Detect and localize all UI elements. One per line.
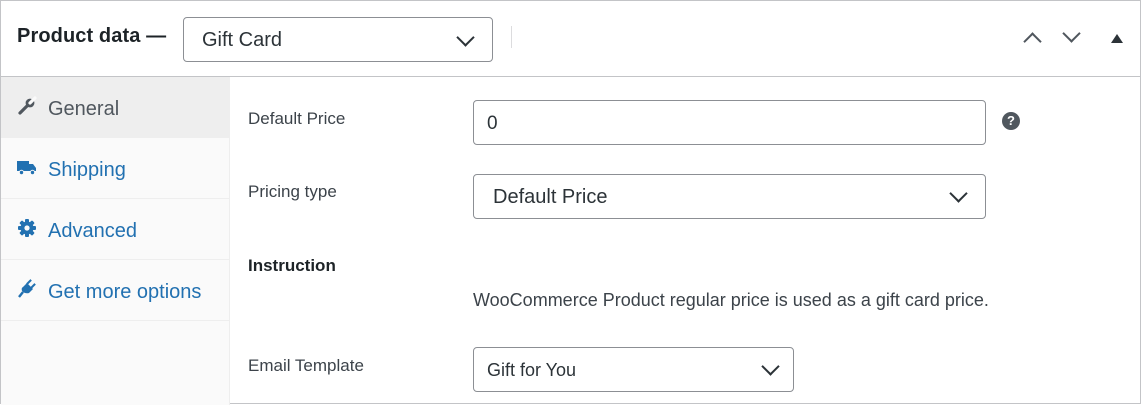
tab-label: Get more options bbox=[48, 281, 202, 303]
tab-get-more-options[interactable]: Get more options bbox=[1, 260, 229, 321]
general-options-form: Default Price 0 ? Pricing type Default P… bbox=[230, 77, 1140, 403]
plug-icon bbox=[18, 279, 36, 298]
panel-header: Product data — Gift Card bbox=[1, 1, 1140, 77]
pricing-type-select[interactable]: Default Price bbox=[473, 174, 986, 219]
move-up-button[interactable] bbox=[1018, 25, 1046, 53]
default-price-value: 0 bbox=[487, 113, 498, 134]
tab-advanced[interactable]: Advanced bbox=[1, 199, 229, 260]
triangle-up-icon bbox=[1111, 34, 1123, 43]
chevron-down-icon bbox=[949, 184, 968, 203]
chevron-down-icon bbox=[761, 357, 780, 376]
chevron-down-icon bbox=[456, 28, 475, 47]
panel-title: Product data — bbox=[17, 25, 167, 47]
truck-icon bbox=[17, 161, 36, 176]
wrench-icon bbox=[18, 96, 37, 115]
product-data-panel: Product data — Gift Card General Shippin… bbox=[0, 0, 1141, 405]
product-data-tabs: General Shipping Advanced Get more optio… bbox=[1, 77, 230, 405]
instruction-label: Instruction bbox=[248, 256, 336, 275]
gear-icon bbox=[18, 219, 36, 237]
tab-general[interactable]: General bbox=[1, 77, 229, 138]
chevron-up-icon bbox=[1023, 32, 1042, 51]
pricing-type-value: Default Price bbox=[493, 186, 608, 208]
tab-shipping[interactable]: Shipping bbox=[1, 138, 229, 199]
pricing-type-label: Pricing type bbox=[248, 182, 337, 201]
header-divider bbox=[511, 26, 512, 48]
chevron-down-icon bbox=[1062, 24, 1081, 43]
email-template-select[interactable]: Gift for You bbox=[473, 347, 794, 392]
tab-label: General bbox=[48, 98, 120, 120]
help-icon[interactable]: ? bbox=[1002, 112, 1020, 130]
tab-label: Advanced bbox=[48, 220, 137, 242]
email-template-value: Gift for You bbox=[487, 360, 577, 380]
product-type-select[interactable]: Gift Card bbox=[183, 17, 493, 62]
toggle-panel-button[interactable] bbox=[1105, 25, 1129, 53]
instruction-text: WooCommerce Product regular price is use… bbox=[473, 290, 989, 310]
email-template-label: Email Template bbox=[248, 356, 364, 375]
default-price-input[interactable]: 0 bbox=[473, 100, 986, 145]
move-down-button[interactable] bbox=[1057, 24, 1085, 53]
product-type-value: Gift Card bbox=[202, 29, 283, 51]
tab-label: Shipping bbox=[48, 159, 126, 181]
default-price-label: Default Price bbox=[248, 109, 346, 128]
